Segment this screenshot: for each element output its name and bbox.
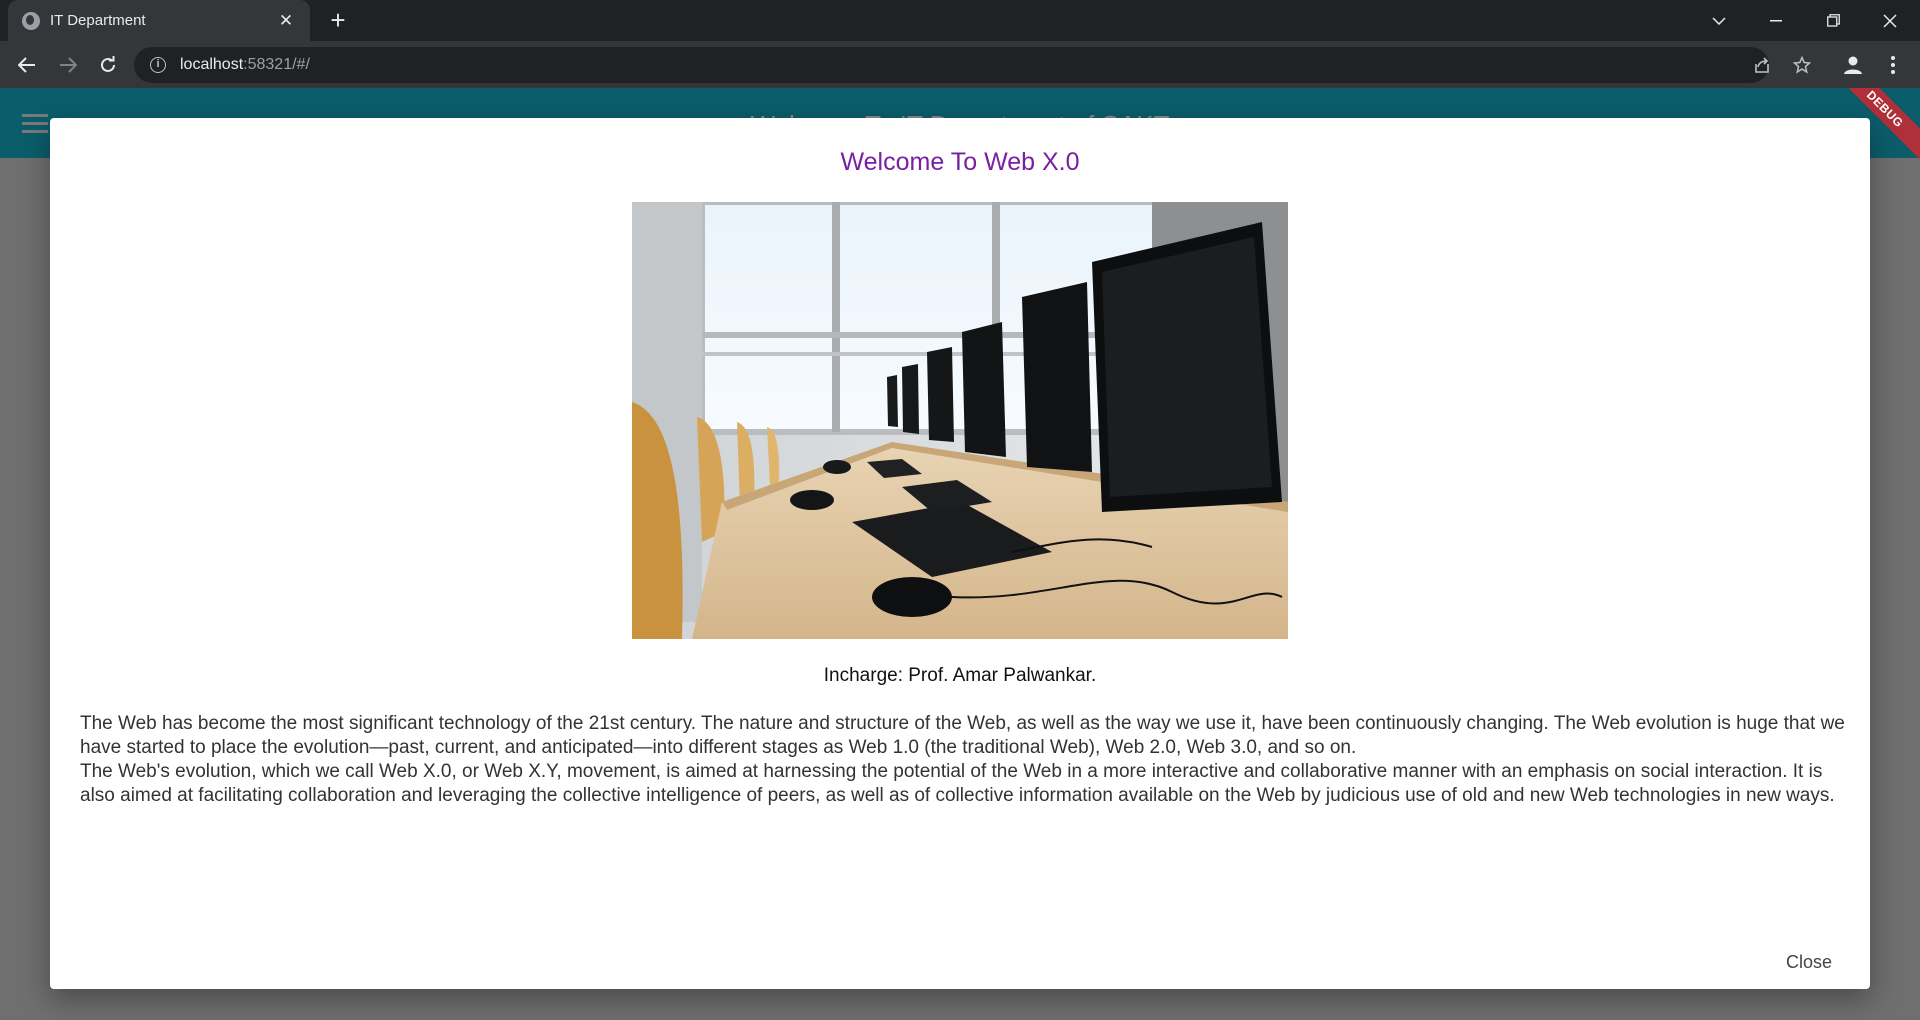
new-tab-button[interactable]: + bbox=[324, 6, 352, 34]
window-close-button[interactable] bbox=[1862, 0, 1918, 41]
incharge-text: Incharge: Prof. Amar Palwankar. bbox=[823, 665, 1097, 686]
tab-title: IT Department bbox=[50, 12, 146, 29]
browser-tab[interactable]: IT Department ✕ bbox=[8, 0, 310, 41]
profile-avatar-icon[interactable] bbox=[1838, 50, 1868, 80]
computer-lab-image bbox=[632, 202, 1288, 639]
page-viewport: Welcome To IT Department of SAKT DEBUG W… bbox=[0, 88, 1920, 1020]
close-button[interactable]: Close bbox=[1786, 952, 1832, 973]
tab-close-icon[interactable]: ✕ bbox=[276, 11, 296, 31]
reload-icon[interactable] bbox=[93, 50, 123, 80]
address-bar[interactable]: i localhost:58321/#/ bbox=[134, 47, 1769, 83]
url-text: localhost:58321/#/ bbox=[180, 56, 310, 73]
dialog-title: Welcome To Web X.0 bbox=[840, 148, 1080, 176]
site-info-icon[interactable]: i bbox=[150, 57, 166, 73]
tab-search-chevron-icon[interactable] bbox=[1691, 0, 1747, 41]
browser-menu-icon[interactable] bbox=[1878, 50, 1908, 80]
back-arrow-icon[interactable] bbox=[12, 50, 42, 80]
minimize-button[interactable] bbox=[1748, 0, 1804, 41]
browser-tabstrip: IT Department ✕ + bbox=[0, 0, 1920, 41]
share-icon[interactable] bbox=[1747, 50, 1777, 80]
web-evolution-description: The Web has become the most significant … bbox=[80, 713, 1845, 806]
restore-button[interactable] bbox=[1805, 0, 1861, 41]
bookmark-star-icon[interactable] bbox=[1787, 50, 1817, 80]
forward-arrow-icon[interactable] bbox=[53, 50, 83, 80]
browser-toolbar: i localhost:58321/#/ bbox=[0, 41, 1920, 88]
web-x0-dialog: Welcome To Web X.0 Incharge: Prof. Amar … bbox=[50, 118, 1870, 989]
globe-icon bbox=[22, 11, 40, 30]
